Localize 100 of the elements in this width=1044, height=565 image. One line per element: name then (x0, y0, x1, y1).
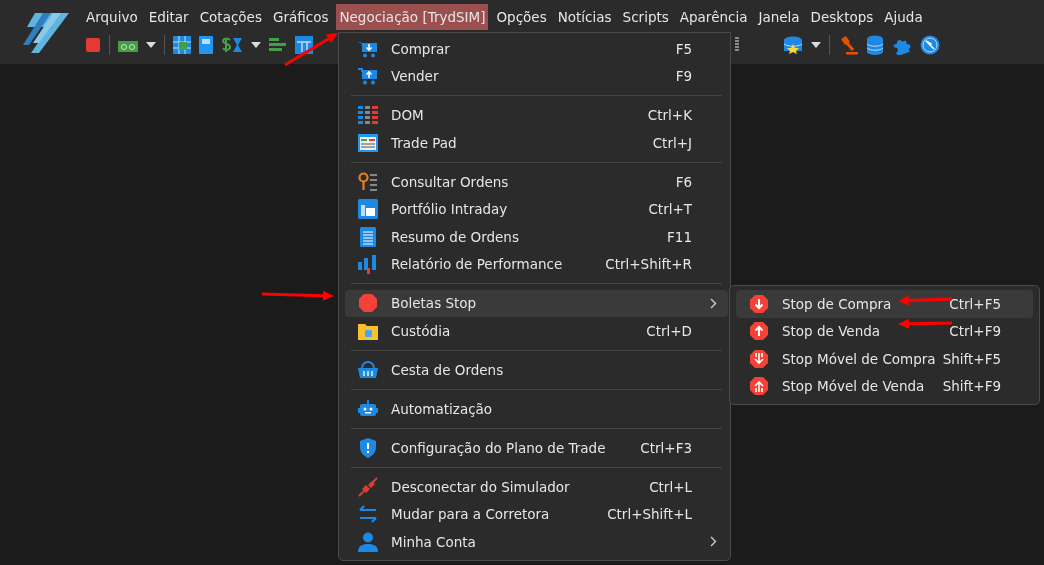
menu-item-label: Vender (391, 68, 439, 85)
menu-item[interactable]: Mudar para a Corretora Ctrl+Shift+L (345, 500, 728, 528)
shortcut-label: Ctrl+L (649, 478, 693, 495)
robot-icon (358, 399, 378, 418)
order-book-icon (358, 106, 378, 125)
menu-item[interactable]: Relatório de Performance Ctrl+Shift+R (345, 250, 728, 278)
annotation-arrow (284, 33, 338, 67)
bar-chart-icon[interactable] (269, 37, 287, 53)
cart-up-icon (358, 67, 378, 86)
basket-icon (358, 360, 378, 379)
shortcut-label: Shift+F5 (942, 350, 1002, 367)
shortcut-label: F9 (675, 68, 693, 85)
shortcut-label: Ctrl+Shift+R (605, 256, 693, 273)
shortcut-label: Ctrl+F9 (949, 323, 1002, 340)
menu-item[interactable]: Automatização (345, 395, 728, 423)
menu-item[interactable]: DOM Ctrl+K (345, 101, 728, 129)
shortcut-label: F6 (675, 173, 693, 190)
menu-item[interactable]: Consultar Ordens F6 (345, 168, 728, 196)
stop-down-icon (749, 348, 769, 369)
menu-item-label: Resumo de Ordens (391, 228, 519, 245)
search-list-icon (358, 171, 378, 192)
caret-icon[interactable] (146, 42, 156, 48)
menu-item-label: Portfólio Intraday (391, 201, 508, 218)
caret-icon[interactable] (811, 42, 821, 48)
shortcut-label: Ctrl+F3 (640, 439, 693, 456)
menu-item[interactable]: Comprar F5 (345, 35, 728, 63)
compass-icon[interactable] (920, 35, 940, 55)
shortcut-label: Shift+F9 (942, 378, 1002, 395)
glasses-icon[interactable] (118, 38, 138, 52)
menu-item-label: Stop Móvel de Compra (782, 350, 936, 367)
menu-title[interactable]: Ajuda (881, 4, 926, 30)
stop-down-icon (749, 293, 769, 314)
menu-title[interactable]: Negociação [TrydSIM] (336, 4, 489, 30)
menu-item[interactable]: Stop de Venda Ctrl+F9 (736, 317, 1033, 345)
menu-item-label: DOM (391, 107, 424, 124)
menu-item-label: Minha Conta (391, 533, 476, 550)
menu-item[interactable]: Trade Pad Ctrl+J (345, 129, 728, 157)
menu-item[interactable]: Stop Móvel de Compra Shift+F5 (736, 345, 1033, 373)
menu-item[interactable]: Configuração do Plano de Trade Ctrl+F3 (345, 434, 728, 462)
menu-title[interactable]: Editar (145, 4, 192, 30)
menu-title[interactable]: Desktops (807, 4, 877, 30)
menu-title[interactable]: Scripts (619, 4, 672, 30)
menu-item-label: Stop de Compra (782, 295, 892, 312)
menu-item-label: Stop de Venda (782, 323, 881, 340)
database-star-icon[interactable] (783, 36, 803, 54)
caret-icon[interactable] (251, 42, 261, 48)
menu-title[interactable]: Arquivo (83, 4, 141, 30)
table-icon[interactable] (295, 36, 313, 54)
menu-item[interactable]: Vender F9 (345, 62, 728, 90)
menu-item-label: Boletas Stop (391, 295, 477, 312)
menu-item-label: Custódia (391, 322, 451, 339)
menu-item-label: Cesta de Ordens (391, 361, 504, 378)
menu-item-label: Configuração do Plano de Trade (391, 439, 606, 456)
menu-item[interactable]: Stop de Compra Ctrl+F5 (736, 290, 1033, 318)
menu-item-label: Desconectar do Simulador (391, 478, 570, 495)
menu-item[interactable]: Resumo de Ordens F11 (345, 223, 728, 251)
menu-item[interactable]: Desconectar do Simulador Ctrl+L (345, 473, 728, 501)
shield-alert-icon (360, 437, 376, 458)
swap-arrows-icon (358, 504, 378, 525)
menu-title[interactable]: Janela (755, 4, 803, 30)
menu-item[interactable]: Stop Móvel de Venda Shift+F9 (736, 372, 1033, 400)
trade-pad-icon (358, 133, 378, 152)
menu-item[interactable]: Portfólio Intraday Ctrl+T (345, 195, 728, 223)
layout-window-icon (358, 199, 378, 220)
menu-item-label: Comprar (391, 40, 450, 57)
stop-up-icon (749, 376, 769, 397)
stop-icon[interactable] (85, 37, 101, 53)
menu-item[interactable]: Cesta de Ordens (345, 356, 728, 384)
grip-icon (735, 37, 739, 53)
person-icon (358, 531, 378, 552)
shortcut-label: F5 (675, 40, 693, 57)
document-lines-icon (360, 226, 376, 247)
menu-title[interactable]: Gráficos (269, 4, 332, 30)
logo-icon (21, 11, 69, 53)
stop-sign-icon (358, 293, 378, 314)
menu-title[interactable]: Notícias (554, 4, 615, 30)
menu-item-label: Automatização (391, 400, 493, 417)
menu-item[interactable]: Custódia Ctrl+D (345, 317, 728, 345)
shortcut-label: Ctrl+J (652, 134, 693, 151)
menu-title[interactable]: Cotações (196, 4, 265, 30)
shortcut-label: Ctrl+T (648, 201, 693, 218)
menu-item-label: Relatório de Performance (391, 256, 563, 273)
shortcut-label: Ctrl+K (647, 107, 693, 124)
menu-item[interactable]: Minha Conta (345, 528, 728, 556)
menu-title[interactable]: Aparência (676, 4, 751, 30)
shortcut-label: Ctrl+D (646, 322, 693, 339)
shortcut-label: Ctrl+Shift+L (607, 506, 693, 523)
menu-item-label: Consultar Ordens (391, 173, 509, 190)
menu-item-label: Trade Pad (391, 134, 457, 151)
shortcut-label: F11 (667, 228, 693, 245)
menu-item-label: Mudar para a Corretora (391, 506, 550, 523)
menu-item[interactable]: Boletas Stop (345, 289, 728, 317)
cart-down-icon (358, 39, 378, 58)
menu-title[interactable]: Opções (493, 4, 550, 30)
folder-icon (358, 321, 378, 340)
menu-item-label: Stop Móvel de Venda (782, 378, 925, 395)
database-icon[interactable] (866, 35, 884, 55)
unplug-icon (358, 476, 378, 497)
gavel-icon[interactable] (838, 35, 858, 55)
dollar-hourglass-icon[interactable] (221, 36, 243, 54)
